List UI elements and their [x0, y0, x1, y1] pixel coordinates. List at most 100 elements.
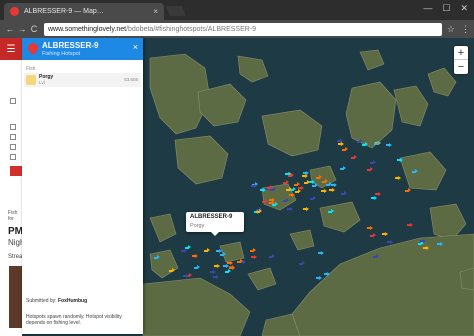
hotspot-arrow-icon[interactable]	[220, 252, 227, 257]
hotspot-arrow-icon[interactable]	[386, 142, 393, 147]
hotspot-arrow-icon[interactable]	[210, 269, 217, 274]
hotspot-arrow-icon[interactable]	[337, 141, 344, 146]
hotspot-arrow-icon[interactable]	[406, 222, 413, 227]
hotspot-arrow-icon[interactable]	[154, 255, 161, 260]
submitter-name[interactable]: FoxHumbug	[58, 298, 87, 304]
bookmark-star-icon[interactable]: ☆	[447, 24, 455, 35]
hotspot-arrow-icon[interactable]	[213, 263, 220, 268]
hotspot-arrow-icon[interactable]	[323, 271, 330, 276]
hotspot-arrow-icon[interactable]	[404, 188, 411, 193]
hotspot-arrow-icon[interactable]	[282, 180, 289, 185]
hotspot-arrow-icon[interactable]	[267, 185, 274, 190]
hotspot-arrow-icon[interactable]	[302, 173, 309, 178]
filter-checkbox[interactable]	[10, 154, 16, 160]
address-bar-row: ← → C www.somethinglovely.net/bdobeta/#f…	[0, 20, 474, 38]
hotspot-arrow-icon[interactable]	[369, 233, 376, 238]
hotspot-arrow-icon[interactable]	[339, 166, 346, 171]
hotspot-arrow-icon[interactable]	[350, 155, 357, 160]
hotspot-arrow-icon[interactable]	[251, 254, 258, 259]
fish-level: Lvl	[39, 80, 45, 85]
hotspot-arrow-icon[interactable]	[309, 196, 316, 201]
hotspot-arrow-icon[interactable]	[294, 189, 301, 194]
hotspot-arrow-icon[interactable]	[369, 160, 376, 165]
tab-close-icon[interactable]: ×	[153, 7, 158, 16]
hotspot-arrow-icon[interactable]	[262, 199, 269, 204]
window-close-icon[interactable]: ✕	[460, 3, 468, 14]
hotspot-arrow-icon[interactable]	[204, 248, 211, 253]
popup-subtitle: Fishing Hotspot	[42, 51, 81, 57]
filter-checkbox[interactable]	[10, 124, 16, 130]
hotspot-arrow-icon[interactable]	[225, 269, 232, 274]
back-arrow-icon[interactable]: ←	[4, 24, 16, 34]
hotspot-arrow-icon[interactable]	[286, 187, 293, 192]
hotspot-arrow-icon[interactable]	[194, 265, 201, 270]
hotspot-arrow-icon[interactable]	[287, 173, 294, 178]
hotspot-arrow-icon[interactable]	[320, 188, 327, 193]
hotspot-arrow-icon[interactable]	[183, 273, 190, 278]
forward-arrow-icon[interactable]: →	[16, 24, 28, 34]
hotspot-arrow-icon[interactable]	[298, 185, 305, 190]
hotspot-arrow-icon[interactable]	[394, 175, 401, 180]
hotspot-arrow-icon[interactable]	[299, 261, 305, 266]
hotspot-arrow-icon[interactable]	[330, 182, 337, 187]
hotspot-arrow-icon[interactable]	[396, 157, 403, 162]
hotspot-arrow-icon[interactable]	[327, 209, 334, 214]
zoom-in-button[interactable]: +	[454, 46, 468, 60]
hotspot-arrow-icon[interactable]	[411, 169, 418, 174]
hotspot-arrow-icon[interactable]	[316, 175, 323, 180]
url-input[interactable]: www.somethinglovely.net/bdobeta/#fishing…	[44, 22, 442, 36]
hotspot-arrow-icon[interactable]	[286, 206, 293, 211]
hotspot-arrow-icon[interactable]	[423, 245, 430, 250]
hotspot-arrow-icon[interactable]	[236, 259, 243, 264]
hotspot-arrow-icon[interactable]	[222, 263, 229, 268]
hotspot-arrow-icon[interactable]	[328, 187, 335, 192]
filter-checkbox[interactable]	[10, 144, 16, 150]
hotspot-arrow-icon[interactable]	[250, 183, 257, 188]
sidebar-red-button[interactable]	[10, 166, 22, 176]
popup-close-icon[interactable]: ×	[133, 42, 138, 52]
hamburger-menu-icon[interactable]: ☰	[0, 38, 22, 60]
hotspot-arrow-icon[interactable]	[302, 206, 309, 211]
hotspot-arrow-icon[interactable]	[372, 254, 379, 259]
browser-menu-icon[interactable]: ⋮	[461, 24, 470, 35]
stream-thumbnail[interactable]	[9, 266, 22, 328]
hotspot-arrow-icon[interactable]	[256, 209, 263, 214]
new-tab-button[interactable]	[166, 6, 186, 16]
hotspot-arrow-icon[interactable]	[271, 202, 278, 207]
hotspot-arrow-icon[interactable]	[309, 179, 315, 184]
fish-icon	[26, 75, 36, 85]
filter-checkbox[interactable]	[10, 98, 16, 104]
tab-title: ALBRESSER-9 — Map…	[24, 8, 104, 15]
hotspot-arrow-icon[interactable]	[371, 195, 378, 200]
hotspot-arrow-icon[interactable]	[382, 231, 389, 236]
hotspot-arrow-icon[interactable]	[168, 268, 175, 273]
hotspot-arrow-icon[interactable]	[318, 250, 324, 255]
hotspot-arrow-icon[interactable]	[386, 239, 393, 244]
hotspot-arrow-icon[interactable]	[342, 147, 349, 152]
hotspot-arrow-icon[interactable]	[373, 141, 380, 146]
hotspot-arrow-icon[interactable]	[366, 225, 373, 230]
hotspot-arrow-icon[interactable]	[340, 191, 347, 196]
hotspot-arrow-icon[interactable]	[419, 238, 426, 243]
hotspot-arrow-icon[interactable]	[269, 254, 276, 259]
hotspot-arrow-icon[interactable]	[311, 183, 318, 188]
maximize-icon[interactable]: ☐	[442, 3, 450, 14]
hotspot-arrow-icon[interactable]	[283, 198, 289, 203]
minimize-icon[interactable]: —	[423, 3, 432, 14]
hotspot-arrow-icon[interactable]	[316, 275, 323, 280]
hotspot-arrow-icon[interactable]	[367, 167, 374, 172]
hotspot-arrow-icon[interactable]	[357, 139, 364, 144]
zoom-out-button[interactable]: −	[454, 60, 468, 74]
hotspot-arrow-icon[interactable]	[249, 248, 256, 253]
browser-tab[interactable]: ALBRESSER-9 — Map… ×	[4, 3, 164, 20]
filter-checkbox[interactable]	[10, 134, 16, 140]
hotspot-arrow-icon[interactable]	[436, 241, 443, 246]
hotspot-arrow-icon[interactable]	[213, 274, 219, 279]
list-item[interactable]: Porgy Lvl 53,605	[24, 73, 141, 87]
hotspot-arrow-icon[interactable]	[321, 179, 328, 184]
reload-icon[interactable]: C	[28, 24, 40, 34]
hotspot-arrow-icon[interactable]	[192, 253, 199, 258]
submitted-label: Submitted by:	[26, 298, 57, 304]
hotspot-tooltip: ALBRESSER-9 Porgy	[186, 212, 244, 236]
hotspot-arrow-icon[interactable]	[181, 248, 188, 253]
